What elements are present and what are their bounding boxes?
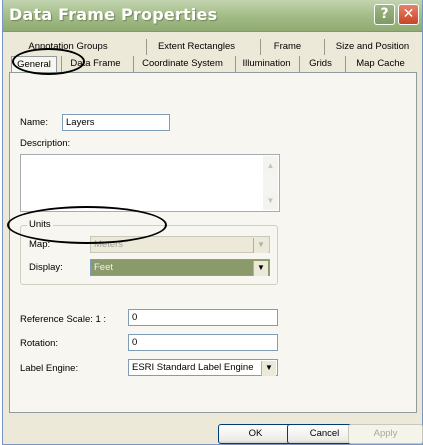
scroll-down-icon[interactable]: ▼ [263,193,278,208]
ok-button[interactable]: OK [218,424,293,444]
name-field[interactable]: Layers [62,114,170,131]
name-label: Name: [20,117,48,128]
scroll-up-icon[interactable]: ▲ [263,158,278,173]
rotation-field[interactable]: 0 [128,334,278,351]
units-group-title: Units [27,219,53,230]
description-label: Description: [20,138,71,149]
display-units-dropdown[interactable]: Feet ▼ [90,259,270,276]
display-units-value: Feet [94,262,114,273]
label-engine-value: ESRI Standard Label Engine [132,362,254,373]
close-icon[interactable]: ✕ [398,4,419,25]
apply-button[interactable]: Apply [348,424,423,444]
tab-size-and-position[interactable]: Size and Position [324,39,420,55]
map-units-value: Meters [94,239,124,250]
display-units-label: Display: [29,262,63,273]
general-panel: Name: Layers Description: ▲ ▼ Units Map:… [9,72,417,413]
help-icon[interactable]: ? [374,4,395,25]
tab-extent-rectangles[interactable]: Extent Rectangles [146,39,246,55]
description-scrollbar[interactable]: ▲ ▼ [263,156,278,210]
tab-map-cache[interactable]: Map Cache [345,56,415,72]
reference-scale-field[interactable]: 0 [128,309,278,326]
tab-annotation-groups[interactable]: Annotation Groups [19,39,117,55]
tab-data-frame[interactable]: Data Frame [61,56,129,72]
rotation-label: Rotation: [20,338,59,349]
map-units-label: Map: [29,239,51,250]
tab-grids[interactable]: Grids [299,56,341,72]
chevron-down-icon[interactable]: ▼ [261,361,276,376]
reference-scale-label: Reference Scale: 1 : [20,314,107,325]
tab-coordinate-system[interactable]: Coordinate System [133,56,231,72]
window-title: Data Frame Properties [9,5,218,24]
map-units-dropdown: Meters ▼ [90,236,270,253]
tab-frame[interactable]: Frame [260,39,314,55]
tab-illumination[interactable]: Illumination [235,56,297,72]
dialog-window: Data Frame Properties ? ✕ Annotation Gro… [2,0,423,445]
tab-general[interactable]: General [11,56,57,73]
title-bar[interactable]: Data Frame Properties ? ✕ [3,0,422,32]
label-engine-label: Label Engine: [20,363,79,374]
description-field[interactable]: ▲ ▼ [20,154,280,212]
units-groupbox: Units Map: Meters ▼ Display: Feet ▼ [20,219,278,285]
chevron-down-icon: ▼ [253,238,268,253]
label-engine-dropdown[interactable]: ESRI Standard Label Engine ▼ [128,359,278,376]
chevron-down-icon[interactable]: ▼ [253,261,268,276]
